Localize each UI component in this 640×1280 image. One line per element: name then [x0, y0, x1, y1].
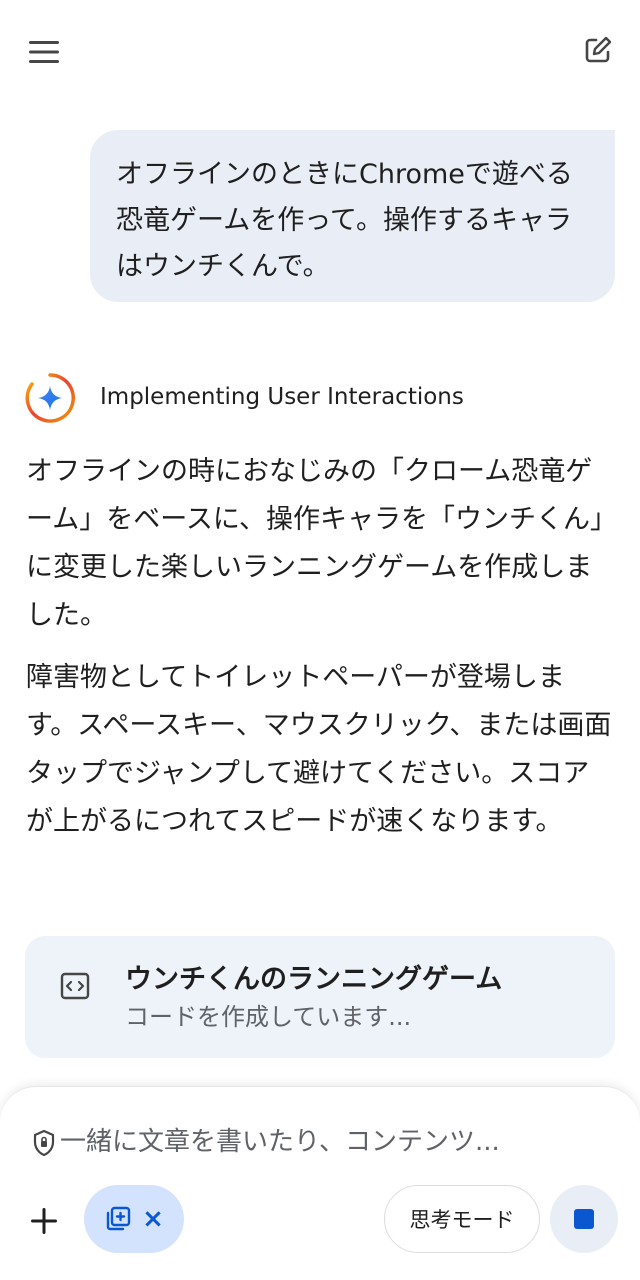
plus-icon: [31, 1208, 57, 1234]
thinking-mode-button[interactable]: 思考モード: [384, 1185, 540, 1253]
response-paragraph: オフラインの時におなじみの「クローム恐竜ゲーム」をベースに、操作キャラを「ウンチ…: [26, 456, 604, 631]
edit-square-icon: [585, 36, 612, 63]
menu-button[interactable]: [24, 32, 64, 72]
stop-generation-button[interactable]: [550, 1185, 618, 1253]
stop-icon: [574, 1209, 594, 1229]
prompt-input[interactable]: 一緒に文章を書いたり、コンテンツ...: [60, 1123, 620, 1161]
canvas-tool-chip[interactable]: ×: [84, 1185, 184, 1253]
hamburger-menu-icon: [29, 41, 59, 63]
canvas-tool-icon: [106, 1206, 131, 1231]
shield-lock-icon: [33, 1129, 55, 1157]
code-artifact-card[interactable]: ウンチくんのランニングゲーム コードを作成しています...: [25, 936, 615, 1058]
user-message-text: オフラインのときにChromeで遊べる恐竜ゲームを作って。操作するキャラはウンチ…: [116, 159, 573, 282]
new-chat-button[interactable]: [576, 28, 620, 72]
chip-close-icon[interactable]: ×: [142, 1205, 164, 1233]
user-message-bubble: オフラインのときにChromeで遊べる恐竜ゲームを作って。操作するキャラはウンチ…: [90, 130, 615, 302]
response-paragraph: 障害物としてトイレットペーパーが登場します。スペースキー、マウスクリック、または…: [26, 662, 612, 837]
code-card-title: ウンチくんのランニングゲーム: [125, 964, 503, 995]
input-panel: 一緒に文章を書いたり、コンテンツ... × 思考モード: [0, 1086, 640, 1280]
code-card-status: コードを作成しています...: [125, 1003, 412, 1031]
gemini-spark-icon: [25, 373, 75, 423]
add-attachment-button[interactable]: [22, 1199, 66, 1243]
code-brackets-icon: [60, 972, 90, 1000]
chat-screen: オフラインのときにChromeで遊べる恐竜ゲームを作って。操作するキャラはウンチ…: [0, 0, 640, 1280]
assistant-response: オフラインの時におなじみの「クローム恐竜ゲーム」をベースに、操作キャラを「ウンチ…: [26, 448, 616, 860]
thinking-status-title[interactable]: Implementing User Interactions: [100, 380, 464, 414]
